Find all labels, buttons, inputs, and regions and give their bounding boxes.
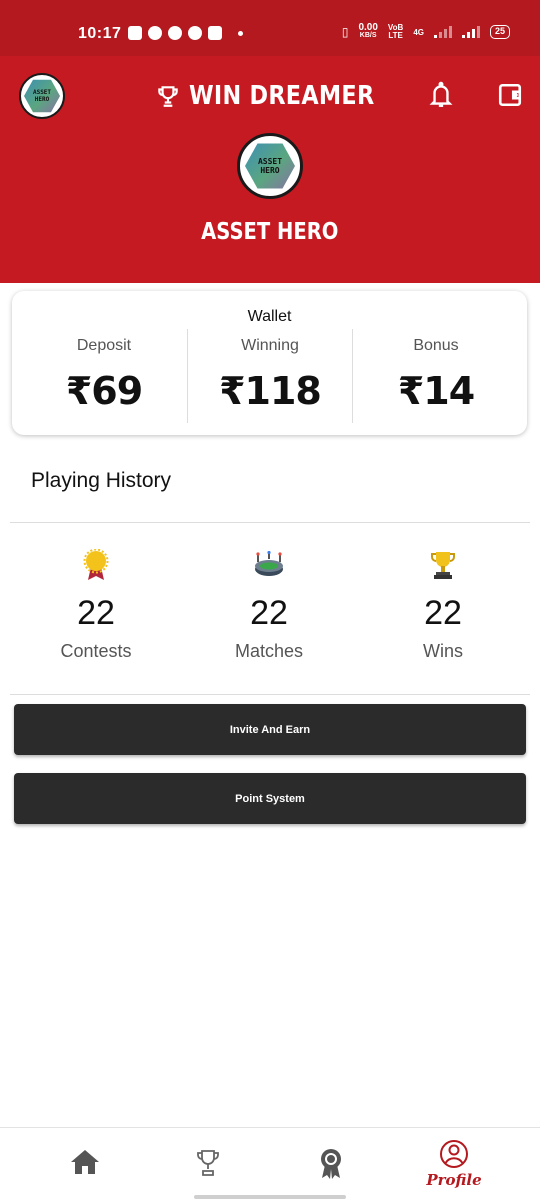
nav-rewards[interactable] xyxy=(291,1148,371,1198)
network-type: 4G xyxy=(413,27,424,37)
home-indicator[interactable] xyxy=(194,1195,346,1199)
nav-profile-label: Profile xyxy=(426,1171,482,1189)
telegram-icon xyxy=(148,26,162,40)
speed-unit: KB/S xyxy=(359,32,377,39)
profile-avatar[interactable]: ASSET HERO xyxy=(237,133,303,199)
youtube-icon xyxy=(208,26,222,40)
badge-icon xyxy=(321,1149,341,1179)
wallet-winning: Winning ₹118 xyxy=(187,329,353,423)
status-bar: 10:17 ▯ 0.00 KB/S VoB LTE 4G 25 xyxy=(0,0,540,56)
deposit-amount: ₹69 xyxy=(65,369,143,413)
more-notifications-icon xyxy=(238,30,243,36)
nav-profile[interactable]: Profile xyxy=(414,1139,494,1189)
winning-amount: ₹118 xyxy=(219,369,322,413)
contests-label: Contests xyxy=(60,641,132,661)
winning-label: Winning xyxy=(241,337,299,354)
system-icons: ▯ 0.00 KB/S VoB LTE 4G 25 xyxy=(341,23,510,40)
stadium-icon xyxy=(194,548,344,582)
battery-icon: 25 xyxy=(489,25,510,39)
wallet-title: Wallet xyxy=(247,308,292,325)
nav-contests[interactable] xyxy=(168,1148,248,1198)
bonus-label: Bonus xyxy=(413,337,459,354)
signal2-icon xyxy=(461,26,480,38)
volte-indicator: VoB LTE xyxy=(388,24,403,40)
message-icon xyxy=(128,26,142,40)
profile-avatar-text-top: ASSET xyxy=(257,157,283,166)
matches-label: Matches xyxy=(234,641,304,661)
divider xyxy=(10,694,530,695)
avatar-text-bottom: HERO xyxy=(34,96,50,103)
wins-value: 22 xyxy=(424,594,462,632)
contests-value: 22 xyxy=(77,594,115,632)
app-u-icon xyxy=(168,26,182,40)
profile-name: ASSET HERO xyxy=(0,219,540,245)
status-time: 10:17 xyxy=(78,25,122,42)
profile-name-text: ASSET HERO xyxy=(201,219,339,245)
point-system-button[interactable]: Point System xyxy=(14,773,526,824)
divider xyxy=(10,522,530,523)
trophy-icon xyxy=(158,86,178,107)
lte-label: LTE xyxy=(388,31,403,40)
trophy-icon xyxy=(368,548,518,582)
app-title-group: WIN DREAMER xyxy=(155,81,405,111)
stat-contests: 22 Contests xyxy=(21,548,171,662)
nav-home[interactable] xyxy=(45,1148,125,1198)
medal-icon xyxy=(21,548,171,582)
playing-history-title: Playing History xyxy=(31,469,172,492)
signal-icon xyxy=(433,26,452,38)
profile-icon xyxy=(440,1140,468,1168)
notification-icons xyxy=(128,26,243,40)
wins-label: Wins xyxy=(423,641,463,661)
vibrate-icon: ▯ xyxy=(341,25,349,39)
deposit-label: Deposit xyxy=(76,337,132,354)
stat-matches: 22 Matches xyxy=(194,548,344,662)
app-title: WIN DREAMER xyxy=(189,81,375,111)
trophy-outline-icon xyxy=(197,1150,219,1176)
network-speed: 0.00 KB/S xyxy=(358,23,377,40)
bonus-amount: ₹14 xyxy=(397,369,475,413)
avatar-text-top: ASSET xyxy=(32,89,52,96)
notification-bell-icon[interactable] xyxy=(428,81,454,109)
wallet-bonus: Bonus ₹14 xyxy=(353,329,519,423)
invite-and-earn-button[interactable]: Invite And Earn xyxy=(14,704,526,755)
profile-avatar-text-bottom: HERO xyxy=(260,166,280,175)
profile-header: ASSET HERO WIN DREAMER ASSET HERO ASSET … xyxy=(0,56,540,283)
matches-value: 22 xyxy=(250,594,288,632)
wallet-deposit: Deposit ₹69 xyxy=(21,329,187,423)
facebook-icon xyxy=(188,26,202,40)
profile-avatar-logo: ASSET HERO xyxy=(245,143,295,189)
wallet-icon[interactable] xyxy=(497,82,523,108)
avatar[interactable]: ASSET HERO xyxy=(19,73,65,119)
avatar-logo: ASSET HERO xyxy=(24,79,60,113)
home-icon xyxy=(71,1150,99,1174)
stat-wins: 22 Wins xyxy=(368,548,518,662)
wallet-card: Wallet Deposit ₹69 Winning ₹118 Bonus ₹1… xyxy=(12,291,527,435)
bottom-nav: Profile xyxy=(0,1127,540,1200)
